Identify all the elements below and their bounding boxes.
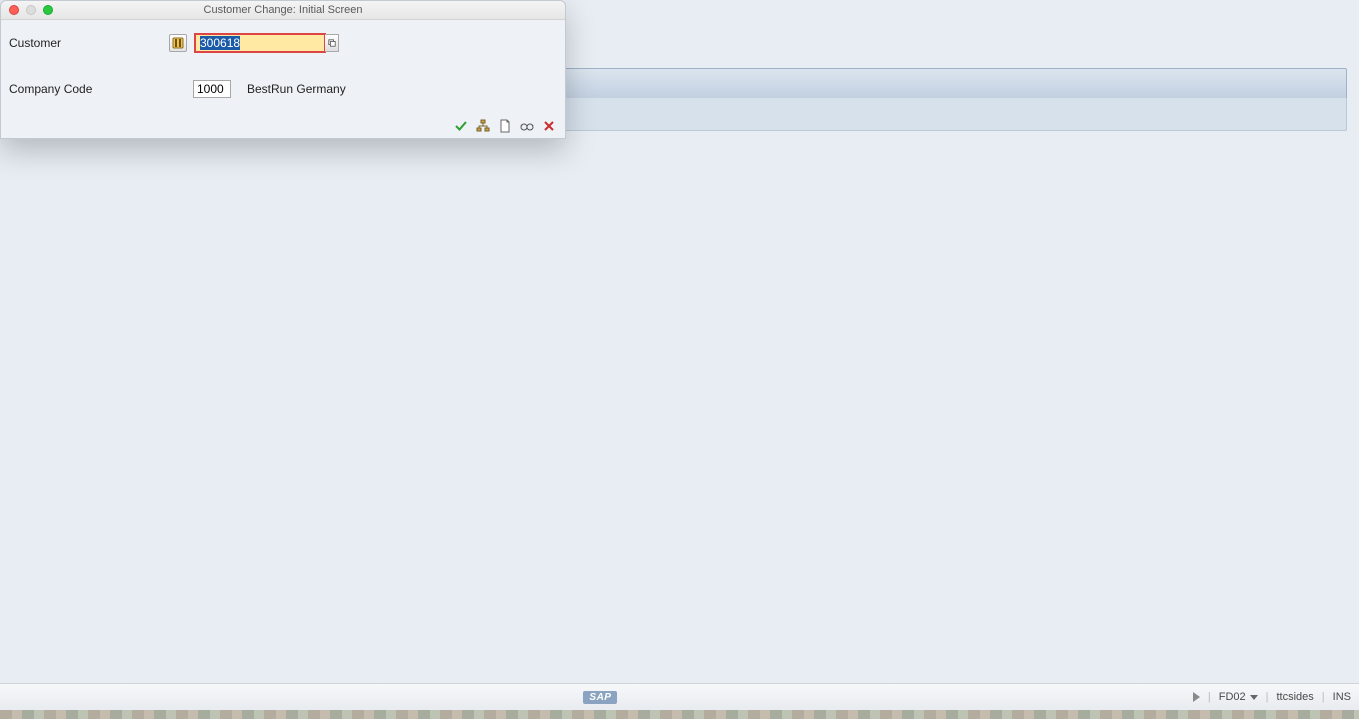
window-controls xyxy=(9,5,53,15)
customer-change-dialog: Customer Change: Initial Screen Customer xyxy=(0,0,566,139)
document-icon xyxy=(498,119,512,133)
status-right: | FD02 | ttcsides | INS xyxy=(1193,691,1351,703)
separator: | xyxy=(1322,691,1325,703)
company-code-row: Company Code BestRun Germany xyxy=(9,78,557,100)
chevron-down-icon xyxy=(1250,695,1258,700)
separator: | xyxy=(1266,691,1269,703)
minimize-window-button xyxy=(26,5,36,15)
check-icon xyxy=(454,119,468,133)
customer-search-help-button[interactable] xyxy=(325,34,339,52)
create-button[interactable] xyxy=(497,118,513,134)
cancel-button[interactable] xyxy=(541,118,557,134)
company-code-label: Company Code xyxy=(9,82,169,96)
status-bar: SAP | FD02 | ttcsides | INS xyxy=(0,683,1359,710)
customer-input-wrapper xyxy=(195,34,339,52)
customer-row: Customer xyxy=(9,32,557,54)
tcode-value: FD02 xyxy=(1219,691,1246,703)
insert-mode[interactable]: INS xyxy=(1333,691,1351,703)
search-help-icon xyxy=(328,39,336,47)
dialog-footer xyxy=(453,118,557,134)
tcode-dropdown[interactable]: FD02 xyxy=(1219,691,1258,703)
settings-button[interactable] xyxy=(519,118,535,134)
session-name: ttcsides xyxy=(1277,691,1314,703)
company-code-input[interactable] xyxy=(193,80,231,98)
message-indicator-icon[interactable] xyxy=(1193,692,1200,702)
customer-input[interactable] xyxy=(195,34,325,52)
close-window-button[interactable] xyxy=(9,5,19,15)
dialog-body: Customer Company Code xyxy=(1,20,565,100)
zoom-window-button[interactable] xyxy=(43,5,53,15)
continue-button[interactable] xyxy=(453,118,469,134)
company-code-name: BestRun Germany xyxy=(247,82,346,96)
sap-logo: SAP xyxy=(583,691,617,704)
customer-label: Customer xyxy=(9,36,169,50)
cancel-icon xyxy=(542,119,556,133)
dialog-titlebar[interactable]: Customer Change: Initial Screen xyxy=(1,1,565,20)
history-button[interactable] xyxy=(169,34,187,52)
org-structure-button[interactable] xyxy=(475,118,491,134)
separator: | xyxy=(1208,691,1211,703)
hierarchy-icon xyxy=(476,119,490,133)
history-icon xyxy=(172,37,184,49)
status-left: SAP xyxy=(8,691,1193,704)
desktop-strip xyxy=(0,710,1359,719)
dialog-title: Customer Change: Initial Screen xyxy=(1,4,565,16)
glasses-icon xyxy=(520,119,534,133)
